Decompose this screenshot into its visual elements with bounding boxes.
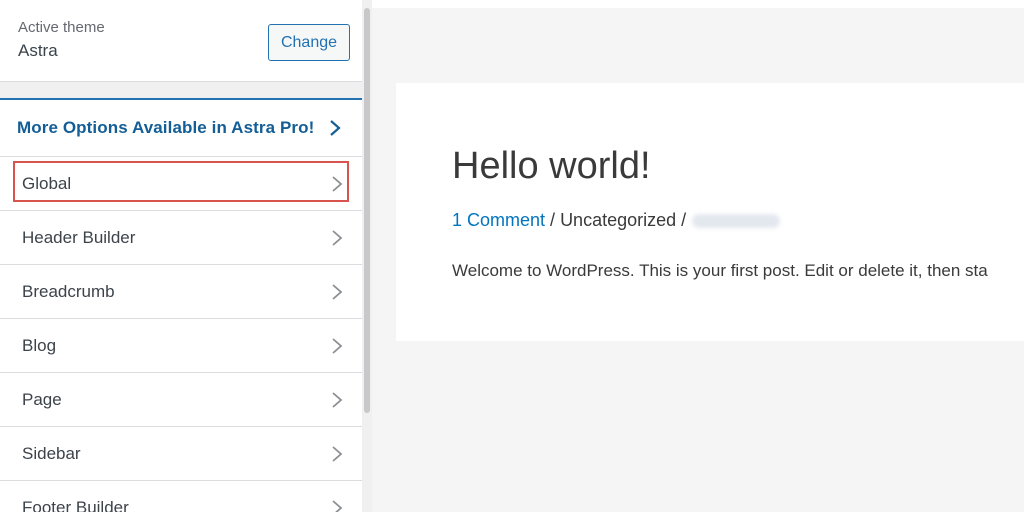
panel-item-footer-builder[interactable]: Footer Builder (0, 481, 362, 512)
comments-link[interactable]: 1 Comment (452, 210, 545, 230)
author-blurred (692, 214, 781, 229)
change-theme-button[interactable]: Change (268, 24, 350, 61)
panel-item-header-builder[interactable]: Header Builder (0, 211, 362, 265)
post-meta: 1 Comment / Uncategorized / (452, 210, 781, 231)
panel-item-label: Header Builder (22, 228, 136, 247)
active-theme-label: Active theme (18, 19, 105, 36)
site-preview: Hello world! 1 Comment / Uncategorized /… (372, 8, 1024, 512)
panel-item-sidebar[interactable]: Sidebar (0, 427, 362, 481)
category-link[interactable]: Uncategorized (560, 210, 676, 230)
chevron-right-icon (330, 120, 341, 136)
panel-item-breadcrumb[interactable]: Breadcrumb (0, 265, 362, 319)
chevron-right-icon (332, 338, 343, 354)
astra-pro-link[interactable]: More Options Available in Astra Pro! (0, 98, 362, 157)
panel-item-label: Global (22, 174, 72, 193)
meta-separator: / (676, 210, 687, 230)
active-theme-name: Astra (18, 41, 58, 60)
customizer-panel-list: More Options Available in Astra Pro! Glo… (0, 98, 362, 512)
chevron-right-icon (332, 500, 343, 512)
post-excerpt: Welcome to WordPress. This is your first… (452, 261, 988, 280)
chevron-right-icon (332, 392, 343, 408)
chevron-right-icon (332, 446, 343, 462)
post-title[interactable]: Hello world! (452, 145, 651, 188)
active-theme-section: Active theme Astra Change (0, 0, 362, 82)
panel-item-label: Sidebar (22, 444, 81, 463)
astra-pro-link-label: More Options Available in Astra Pro! (17, 118, 315, 137)
panel-item-label: Page (22, 390, 62, 409)
sidebar-scrollbar[interactable] (362, 0, 372, 512)
meta-separator: / (545, 210, 561, 230)
post-card: Hello world! 1 Comment / Uncategorized /… (396, 83, 1024, 341)
chevron-right-icon (332, 176, 343, 192)
panel-item-label: Footer Builder (22, 498, 129, 512)
panel-item-label: Breadcrumb (22, 282, 115, 301)
chevron-right-icon (332, 284, 343, 300)
chevron-right-icon (332, 230, 343, 246)
panel-item-page[interactable]: Page (0, 373, 362, 427)
customizer-sidebar: Active theme Astra Change More Options A… (0, 0, 363, 512)
panel-item-label: Blog (22, 336, 57, 355)
panel-item-global[interactable]: Global (0, 157, 362, 211)
panel-item-blog[interactable]: Blog (0, 319, 362, 373)
scrollbar-thumb[interactable] (364, 8, 370, 413)
